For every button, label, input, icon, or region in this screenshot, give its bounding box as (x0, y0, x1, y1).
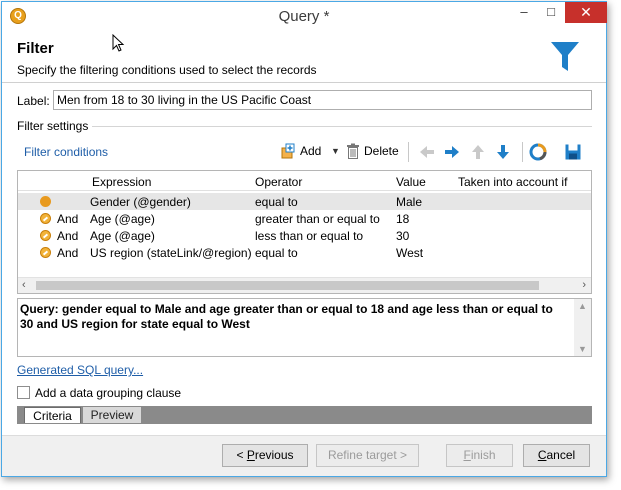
table-row[interactable]: And Age (@age) less than or equal to 30 (18, 227, 591, 244)
maximize-button[interactable]: □ (538, 2, 564, 23)
scroll-left-icon[interactable]: ‹ (22, 279, 26, 291)
scrollbar-thumb[interactable] (36, 281, 539, 290)
label-input[interactable] (53, 90, 592, 110)
row-expression: Age (@age) (90, 212, 155, 226)
query-window: Q Query * – □ ✕ Filter Specify the filte… (1, 1, 607, 477)
arrow-right-icon[interactable] (443, 143, 461, 161)
arrow-up-icon[interactable] (469, 143, 487, 161)
query-summary-box: Query: gender equal to Male and age grea… (17, 298, 592, 357)
grouping-label[interactable]: Add a data grouping clause (35, 386, 181, 400)
label-caption: Label: (17, 94, 50, 108)
wizard-header: Filter Specify the filtering conditions … (2, 31, 606, 82)
row-value: 18 (396, 212, 410, 226)
add-button[interactable]: Add (280, 140, 321, 162)
wizard-body: Label: Filter settings Filter conditions… (2, 82, 606, 435)
add-icon (281, 143, 295, 159)
column-header[interactable]: Taken into account if (458, 175, 567, 189)
tab-preview[interactable]: Preview (83, 407, 141, 423)
finish-accesskey: F (463, 448, 471, 462)
filter-conditions-link[interactable]: Filter conditions (24, 145, 108, 159)
previous-prefix: < (236, 448, 247, 462)
scroll-up-icon[interactable]: ▲ (578, 301, 587, 311)
tab-bar: Criteria Preview (17, 406, 592, 424)
horizontal-scrollbar[interactable]: ‹ › (18, 277, 591, 293)
condition-icon (40, 230, 51, 241)
row-expression: US region (stateLink/@region) (90, 246, 252, 260)
row-logic: And (57, 229, 79, 243)
previous-label: revious (254, 448, 294, 462)
finish-button[interactable]: Finish (446, 444, 513, 467)
add-dropdown-arrow[interactable]: ▼ (331, 140, 340, 162)
toolbar-separator (408, 142, 409, 162)
row-value: 30 (396, 229, 410, 243)
previous-accesskey: P (246, 448, 255, 462)
filter-settings-title: Filter settings (17, 119, 93, 133)
row-operator: greater than or equal to (255, 212, 380, 226)
condition-icon (40, 196, 51, 207)
cancel-button[interactable]: Cancel (523, 444, 590, 467)
previous-button[interactable]: < Previous (222, 444, 308, 467)
title-bar: Q Query * – □ ✕ (2, 2, 607, 31)
table-row[interactable]: Gender (@gender) equal to Male (18, 193, 591, 210)
query-summary-text: Query: gender equal to Male and age grea… (20, 302, 553, 331)
row-expression: Gender (@gender) (90, 195, 191, 209)
row-value: Male (396, 195, 423, 209)
scroll-down-icon[interactable]: ▼ (578, 344, 587, 354)
grid-header: Expression Operator Value Taken into acc… (18, 171, 591, 191)
finish-label: inish (470, 448, 496, 462)
toolbar-separator (522, 142, 523, 162)
table-row[interactable]: And US region (stateLink/@region) equal … (18, 244, 591, 261)
filter-funnel-icon (551, 42, 579, 71)
arrow-down-icon[interactable] (494, 143, 512, 161)
row-operator: less than or equal to (255, 229, 364, 243)
column-header[interactable]: Value (396, 175, 426, 189)
refine-target-button[interactable]: Refine target > (316, 444, 419, 467)
delete-button[interactable]: Delete (346, 140, 399, 162)
row-operator: equal to (255, 195, 298, 209)
pie-chart-icon[interactable] (529, 143, 547, 161)
section-divider (92, 126, 592, 127)
conditions-grid[interactable]: Expression Operator Value Taken into acc… (17, 170, 592, 294)
add-label: Add (300, 144, 322, 158)
column-header[interactable]: Expression (92, 175, 151, 189)
cancel-label: ancel (546, 448, 576, 462)
close-button[interactable]: ✕ (565, 2, 607, 23)
condition-icon (40, 213, 51, 224)
wizard-footer: < Previous Refine target > Finish Cancel (2, 435, 606, 476)
trash-icon (347, 143, 359, 159)
page-title: Filter (17, 40, 54, 57)
save-icon[interactable] (564, 143, 582, 161)
tab-criteria[interactable]: Criteria (24, 407, 81, 423)
row-expression: Age (@age) (90, 229, 155, 243)
grouping-checkbox[interactable] (17, 386, 30, 399)
page-subtitle: Specify the filtering conditions used to… (17, 63, 317, 77)
scroll-right-icon[interactable]: › (582, 279, 586, 291)
column-header[interactable]: Operator (255, 175, 302, 189)
vertical-scrollbar[interactable]: ▲ ▼ (574, 299, 591, 356)
row-value: West (396, 246, 424, 260)
row-logic: And (57, 246, 79, 260)
condition-icon (40, 247, 51, 258)
row-logic: And (57, 212, 79, 226)
generated-sql-link[interactable]: Generated SQL query... (17, 363, 143, 377)
arrow-left-icon[interactable] (418, 143, 436, 161)
minimize-button[interactable]: – (511, 2, 537, 23)
delete-label: Delete (364, 144, 399, 158)
table-row[interactable]: And Age (@age) greater than or equal to … (18, 210, 591, 227)
mouse-cursor-icon (112, 34, 125, 52)
row-operator: equal to (255, 246, 298, 260)
